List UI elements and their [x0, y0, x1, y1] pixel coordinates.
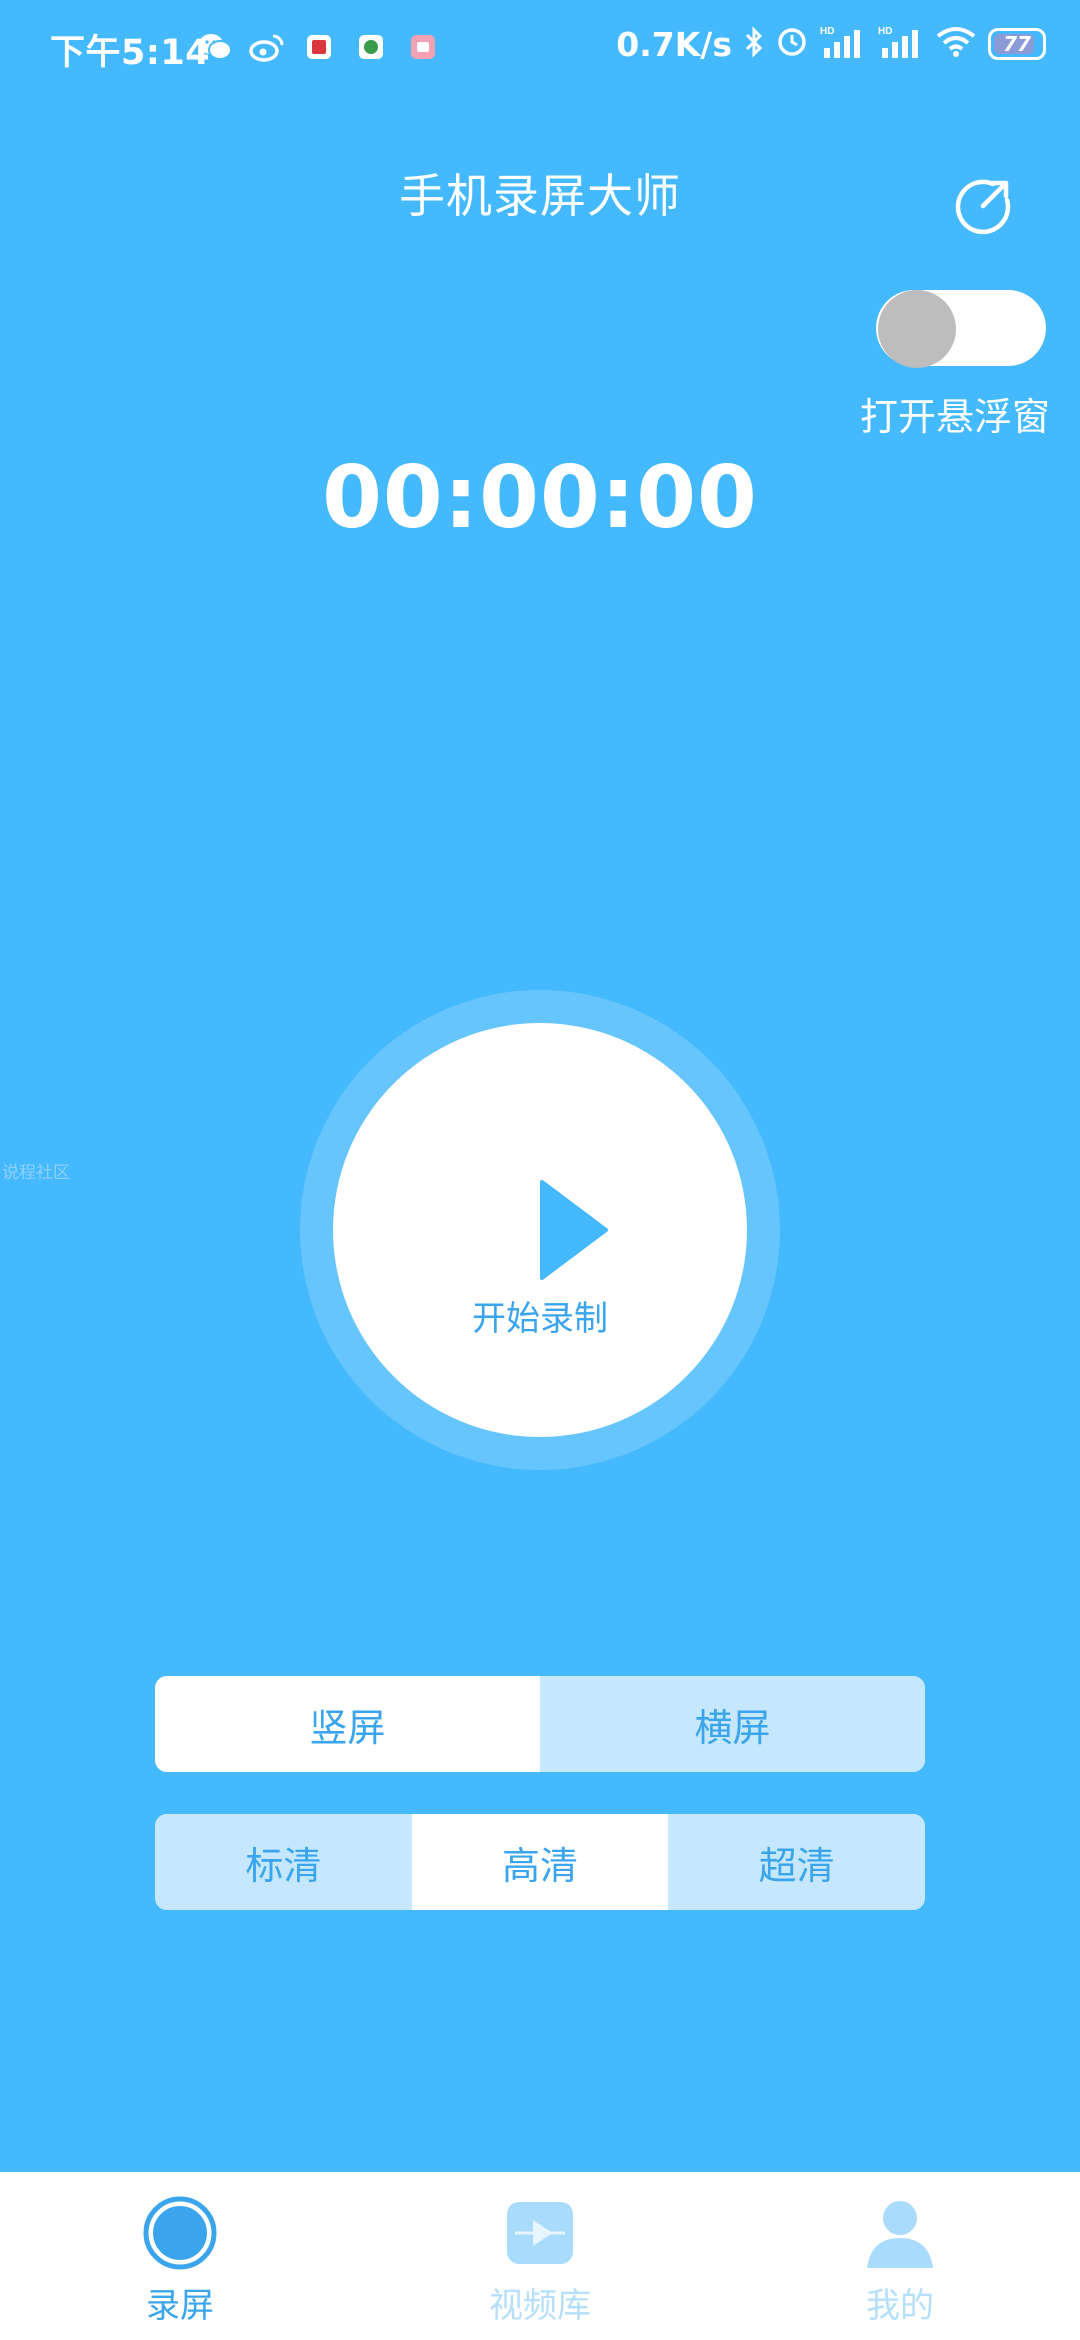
play-icon	[538, 1180, 608, 1280]
wechat-icon	[196, 28, 234, 66]
bottom-nav: 录屏 视频库 我的	[0, 2172, 1080, 2340]
status-right: 0.7K/s HD HD 77	[616, 24, 1046, 64]
svg-text:HD: HD	[878, 26, 892, 37]
quality-ultra-option[interactable]: 超清	[668, 1814, 925, 1910]
battery-icon: 77	[988, 28, 1046, 60]
screen: 下午5:14 0.7K/s HD HD 77 手机录屏大师 打开悬浮窗 00:0…	[0, 0, 1080, 2340]
quality-standard-option[interactable]: 标清	[155, 1814, 412, 1910]
nav-item-record[interactable]: 录屏	[0, 2172, 360, 2340]
status-bar: 下午5:14 0.7K/s HD HD 77	[0, 0, 1080, 96]
toggle-knob	[878, 290, 956, 368]
svg-text:HD: HD	[820, 26, 834, 37]
nav-item-video-library[interactable]: 视频库	[360, 2172, 720, 2340]
start-recording-button[interactable]: 开始录制	[333, 1023, 747, 1437]
quality-selector: 标清 高清 超清	[155, 1814, 925, 1910]
record-button-ring: 开始录制	[300, 990, 780, 1470]
status-time: 下午5:14	[50, 33, 211, 73]
orientation-landscape-option[interactable]: 横屏	[540, 1676, 925, 1772]
signal-hd-icon: HD	[820, 24, 866, 64]
battery-level: 77	[1003, 32, 1031, 56]
network-speed: 0.7K/s	[616, 24, 732, 64]
watermark: 说程社区	[2, 1163, 70, 1183]
nav-item-profile[interactable]: 我的	[720, 2172, 1080, 2340]
green-app-icon	[352, 28, 390, 66]
floating-window-toggle[interactable]	[876, 290, 1046, 368]
start-recording-label: 开始录制	[472, 1299, 608, 1339]
quality-high-option[interactable]: 高清	[411, 1814, 669, 1910]
wifi-icon	[936, 26, 976, 62]
orientation-selector: 竖屏 横屏	[155, 1676, 925, 1772]
profile-icon	[863, 2196, 937, 2270]
app-title: 手机录屏大师	[399, 169, 681, 223]
floating-window-label: 打开悬浮窗	[859, 395, 1050, 439]
nav-label-record: 录屏	[146, 2286, 214, 2326]
signal-hd-icon: HD	[878, 24, 924, 64]
nav-label-profile: 我的	[866, 2286, 934, 2326]
refresh-icon[interactable]	[953, 176, 1013, 236]
bluetooth-icon	[744, 26, 764, 62]
record-ring-icon	[143, 2196, 217, 2270]
weibo-icon	[248, 28, 286, 66]
orientation-portrait-option[interactable]: 竖屏	[155, 1676, 540, 1772]
alarm-icon	[776, 26, 808, 62]
video-library-icon	[503, 2196, 577, 2270]
nav-label-video-library: 视频库	[489, 2286, 591, 2326]
pink-app-icon	[404, 28, 442, 66]
notification-icons	[196, 28, 442, 66]
recording-timer: 00:00:00	[322, 448, 758, 548]
red-app-icon	[300, 28, 338, 66]
